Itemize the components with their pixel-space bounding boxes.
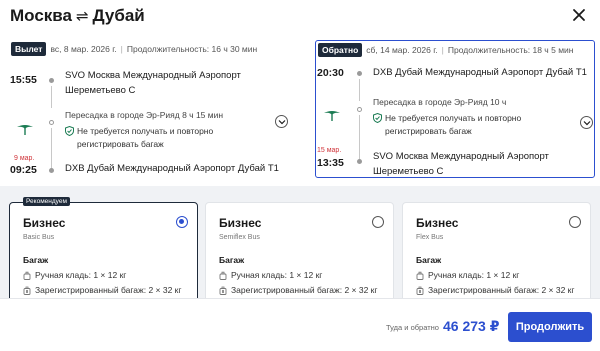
hand-luggage-row: Ручная кладь: 1 × 12 кг [23,270,126,280]
timeline-line [359,115,360,159]
separator: | [441,45,444,55]
timeline-dot [357,71,362,76]
fare-card-flex[interactable]: Бизнес Flex Bus Багаж Ручная кладь: 1 × … [402,202,591,298]
departure-airport: DXB Дубай Международный Аэропорт Дубай T… [373,67,587,78]
modal-header: Москва ⇌ Дубай [0,0,600,32]
departure-time: 15:55 [10,74,37,86]
departure-time: 20:30 [317,67,344,79]
checked-bag-row: Зарегистрированный багаж: 2 × 32 кг [23,285,182,295]
fare-subtitle: Flex Bus [416,234,444,241]
departure-airport: SVO Москва Международный Аэропорт Шереме… [65,70,241,96]
fare-name: Бизнес [219,216,262,230]
baggage-title: Багаж [416,255,442,265]
timeline-line [51,86,52,108]
checked-bag-icon [23,286,31,295]
chevron-down-icon[interactable] [275,115,288,128]
destination-city: Дубай [92,6,145,25]
hand-luggage-icon [219,271,227,280]
fare-subtitle: Semiflex Bus [219,234,260,241]
transfer-dot [357,107,362,112]
timeline-dot [357,159,362,164]
fare-subtitle: Basic Bus [23,234,55,241]
fare-name: Бизнес [416,216,459,230]
shield-check-icon [373,113,382,123]
baggage-note: Не требуется получать и повторно регистр… [65,125,213,151]
leg-duration: Продолжительность: 16 ч 30 мин [126,44,258,54]
total-price: 46 273 ₽ [443,318,500,334]
baggage-title: Багаж [219,255,245,265]
arrival-time: 13:35 [317,157,344,169]
fare-card-basic[interactable]: Рекомендуем Бизнес Basic Bus Багаж Ручна… [9,197,198,298]
hand-luggage-icon [23,271,31,280]
close-icon[interactable] [570,6,588,24]
baggage-title: Багаж [23,255,49,265]
radio-icon[interactable] [176,216,188,228]
hand-luggage-icon [416,271,424,280]
timeline-dot [49,168,54,173]
radio-icon[interactable] [372,216,384,228]
price-label: Туда и обратно [386,323,439,332]
chevron-down-icon[interactable] [580,116,593,129]
arrival-date: 9 мар. [14,155,35,162]
arrival-date: 15 мар. [317,147,342,154]
leg-duration: Продолжительность: 18 ч 5 мин [447,45,574,55]
leg-badge: Обратно [318,43,363,57]
timeline-line [51,128,52,168]
checked-bag-row: Зарегистрированный багаж: 2 × 32 кг [416,285,575,295]
fare-card-semiflex[interactable]: Бизнес Semiflex Bus Багаж Ручная кладь: … [205,202,394,298]
origin-city: Москва [10,6,72,25]
leg-header: Обратно сб, 14 мар. 2026 г. | Продолжите… [318,43,573,57]
transfer-dot [49,120,54,125]
hand-luggage-row: Ручная кладь: 1 × 12 кг [416,270,519,280]
timeline-line [359,79,360,101]
timeline-dot [49,78,54,83]
hand-luggage-row: Ручная кладь: 1 × 12 кг [219,270,322,280]
checked-bag-icon [219,286,227,295]
arrival-time: 09:25 [10,164,37,176]
arrival-airport: DXB Дубай Международный Аэропорт Дубай T… [65,163,279,174]
booking-footer: Туда и обратно 46 273 ₽ Продолжить [0,298,600,351]
separator: | [120,44,123,54]
fare-options: Рекомендуем Бизнес Basic Bus Багаж Ручна… [0,186,600,298]
fare-name: Бизнес [23,216,66,230]
continue-button[interactable]: Продолжить [508,312,592,342]
radio-icon[interactable] [569,216,581,228]
swap-icon: ⇌ [75,8,89,25]
transfer-info: Пересадка в городе Эр-Рияд 10 ч [373,97,507,107]
checked-bag-icon [416,286,424,295]
route-title: Москва ⇌ Дубай [10,6,145,26]
outbound-leg[interactable]: Вылет вс, 8 мар. 2026 г. | Продолжительн… [9,40,297,178]
airline-logo [324,111,340,121]
arrival-airport: SVO Москва Международный Аэропорт Шереме… [373,151,549,177]
leg-date: вс, 8 мар. 2026 г. [50,44,117,54]
airline-logo [17,125,33,135]
checked-bag-row: Зарегистрированный багаж: 2 × 32 кг [219,285,378,295]
return-leg[interactable]: Обратно сб, 14 мар. 2026 г. | Продолжите… [315,40,595,178]
leg-header: Вылет вс, 8 мар. 2026 г. | Продолжительн… [11,42,257,56]
leg-badge: Вылет [11,42,47,56]
shield-check-icon [65,126,74,136]
leg-date: сб, 14 мар. 2026 г. [366,45,438,55]
baggage-note: Не требуется получать и повторно регистр… [373,112,521,138]
recommended-badge: Рекомендуем [23,197,70,206]
transfer-info: Пересадка в городе Эр-Рияд 8 ч 15 мин [65,110,224,120]
